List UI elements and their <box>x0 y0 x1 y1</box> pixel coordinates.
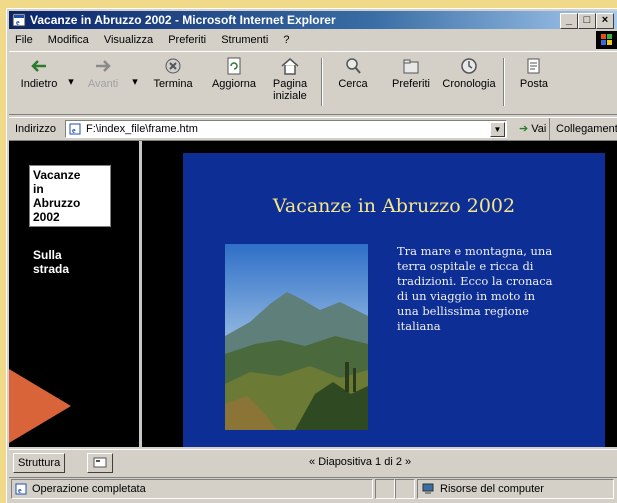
next-slide-icon[interactable]: » <box>405 456 411 468</box>
status-main-panel: e Operazione completata <box>11 479 373 499</box>
page-done-icon: e <box>15 483 27 495</box>
history-icon <box>461 58 477 74</box>
history-label: Cronologia <box>442 78 496 90</box>
minimize-button[interactable]: _ <box>560 13 578 29</box>
menu-view[interactable]: Visualizza <box>98 31 159 49</box>
address-dropdown-button[interactable]: ▼ <box>490 122 505 137</box>
outline-title-line: 2002 <box>33 210 60 224</box>
status-text: Operazione completata <box>32 483 146 495</box>
search-button[interactable]: Cerca <box>327 56 379 110</box>
refresh-label: Aggiorna <box>211 78 257 90</box>
favorites-label: Preferiti <box>392 78 430 90</box>
outline-title-line: Abruzzo <box>33 196 81 210</box>
outline-title-line: in <box>33 182 44 196</box>
browser-window: e Vacanze in Abruzzo 2002 - Microsoft In… <box>6 8 617 503</box>
menu-bar: File Modifica Visualizza Preferiti Strum… <box>9 31 617 49</box>
favorites-folder-icon <box>403 59 419 74</box>
forward-dropdown[interactable]: ▾ <box>129 56 141 110</box>
orange-arrow-decoration <box>9 369 71 443</box>
slide-counter-text: Diapositiva 1 di 2 <box>318 456 402 468</box>
outline-button-label: Struttura <box>18 457 61 469</box>
home-label: Pagina iniziale <box>272 78 308 102</box>
forward-label: Avanti <box>87 78 119 90</box>
svg-text:e: e <box>18 486 22 495</box>
menu-favorites[interactable]: Preferiti <box>162 31 212 49</box>
slide-counter: « Diapositiva 1 di 2 » <box>309 450 411 474</box>
svg-text:e: e <box>72 126 76 135</box>
menu-tools[interactable]: Strumenti <box>215 31 274 49</box>
back-arrow-icon <box>31 60 46 72</box>
toolbar-separator <box>321 58 323 106</box>
refresh-icon <box>227 57 241 75</box>
forward-button[interactable]: Avanti <box>77 56 129 110</box>
window-title: Vacanze in Abruzzo 2002 - Microsoft Inte… <box>30 13 336 27</box>
mail-button[interactable]: Posta <box>509 56 559 110</box>
slide-thumbnail-icon <box>93 457 107 468</box>
search-icon <box>346 58 361 74</box>
address-label: Indirizzo <box>15 123 56 135</box>
address-value: F:\index_file\frame.htm <box>86 123 198 135</box>
address-bar: Indirizzo e F:\index_file\frame.htm ▼ ➔ … <box>9 117 617 141</box>
slide-edge <box>605 153 617 447</box>
windows-logo-throbber <box>596 31 617 49</box>
history-button[interactable]: Cronologia <box>441 56 497 110</box>
slide-title: Vacanze in Abruzzo 2002 <box>272 195 516 217</box>
stop-label: Termina <box>153 78 193 90</box>
outline-subtitle[interactable]: Sulla strada <box>33 248 93 276</box>
slide-frame: Vacanze in Abruzzo 2002 Tra mare e monta… <box>183 153 605 447</box>
close-button[interactable]: × <box>596 13 614 29</box>
stop-icon <box>165 58 181 74</box>
toolbar-separator <box>503 58 505 106</box>
previous-slide-icon[interactable]: « <box>309 456 315 468</box>
mail-icon <box>527 58 540 74</box>
back-label: Indietro <box>20 78 58 90</box>
address-field[interactable]: e F:\index_file\frame.htm ▼ <box>65 120 507 138</box>
go-arrow-icon: ➔ <box>519 123 529 135</box>
back-dropdown[interactable]: ▾ <box>65 56 77 110</box>
menu-edit[interactable]: Modifica <box>42 31 95 49</box>
outline-title-line: Vacanze <box>33 168 81 182</box>
windows-logo-icon <box>601 34 612 45</box>
status-panel <box>395 479 415 499</box>
page-icon: e <box>69 123 81 135</box>
svg-text:e: e <box>16 18 20 27</box>
menu-help[interactable]: ? <box>277 31 295 49</box>
outline-frame: Vacanze in Abruzzo 2002 Sulla strada <box>9 141 142 447</box>
slide-navigation-bar: Struttura « Diapositiva 1 di 2 » <box>9 449 617 474</box>
standard-toolbar: Indietro ▾ Avanti ▾ Termina Aggiorna Pag… <box>9 51 617 115</box>
refresh-button[interactable]: Aggiorna <box>205 56 263 110</box>
maximize-button[interactable]: □ <box>578 13 596 29</box>
ie-page-icon: e <box>12 13 26 27</box>
computer-icon <box>422 483 434 494</box>
security-zone-text: Risorse del computer <box>440 483 544 495</box>
go-label: Vai <box>531 123 547 135</box>
menu-file[interactable]: File <box>9 31 39 49</box>
back-button[interactable]: Indietro <box>13 56 65 110</box>
home-button[interactable]: Pagina iniziale <box>265 56 315 110</box>
status-panel <box>375 479 395 499</box>
mountain-landscape-photo <box>225 244 368 430</box>
title-bar: e Vacanze in Abruzzo 2002 - Microsoft In… <box>9 11 617 29</box>
home-icon <box>281 58 299 75</box>
outline-title-box[interactable]: Vacanze in Abruzzo 2002 <box>29 165 111 227</box>
page-content: Vacanze in Abruzzo 2002 Sulla strada Vac… <box>9 141 617 447</box>
favorites-button[interactable]: Preferiti <box>383 56 439 110</box>
status-bar: e Operazione completata Risorse del comp… <box>9 477 617 500</box>
search-label: Cerca <box>338 78 368 90</box>
go-button[interactable]: ➔ Vai <box>519 118 546 140</box>
slide-body-text: Tra mare e montagna, una terra ospitale … <box>397 244 553 333</box>
outline-button[interactable]: Struttura <box>13 453 66 473</box>
outline-toggle-button[interactable] <box>87 453 113 473</box>
security-zone-panel: Risorse del computer <box>417 479 614 499</box>
mail-label: Posta <box>519 78 549 90</box>
forward-arrow-icon <box>96 60 111 72</box>
stop-button[interactable]: Termina <box>143 56 203 110</box>
links-label[interactable]: Collegamenti <box>549 118 617 140</box>
